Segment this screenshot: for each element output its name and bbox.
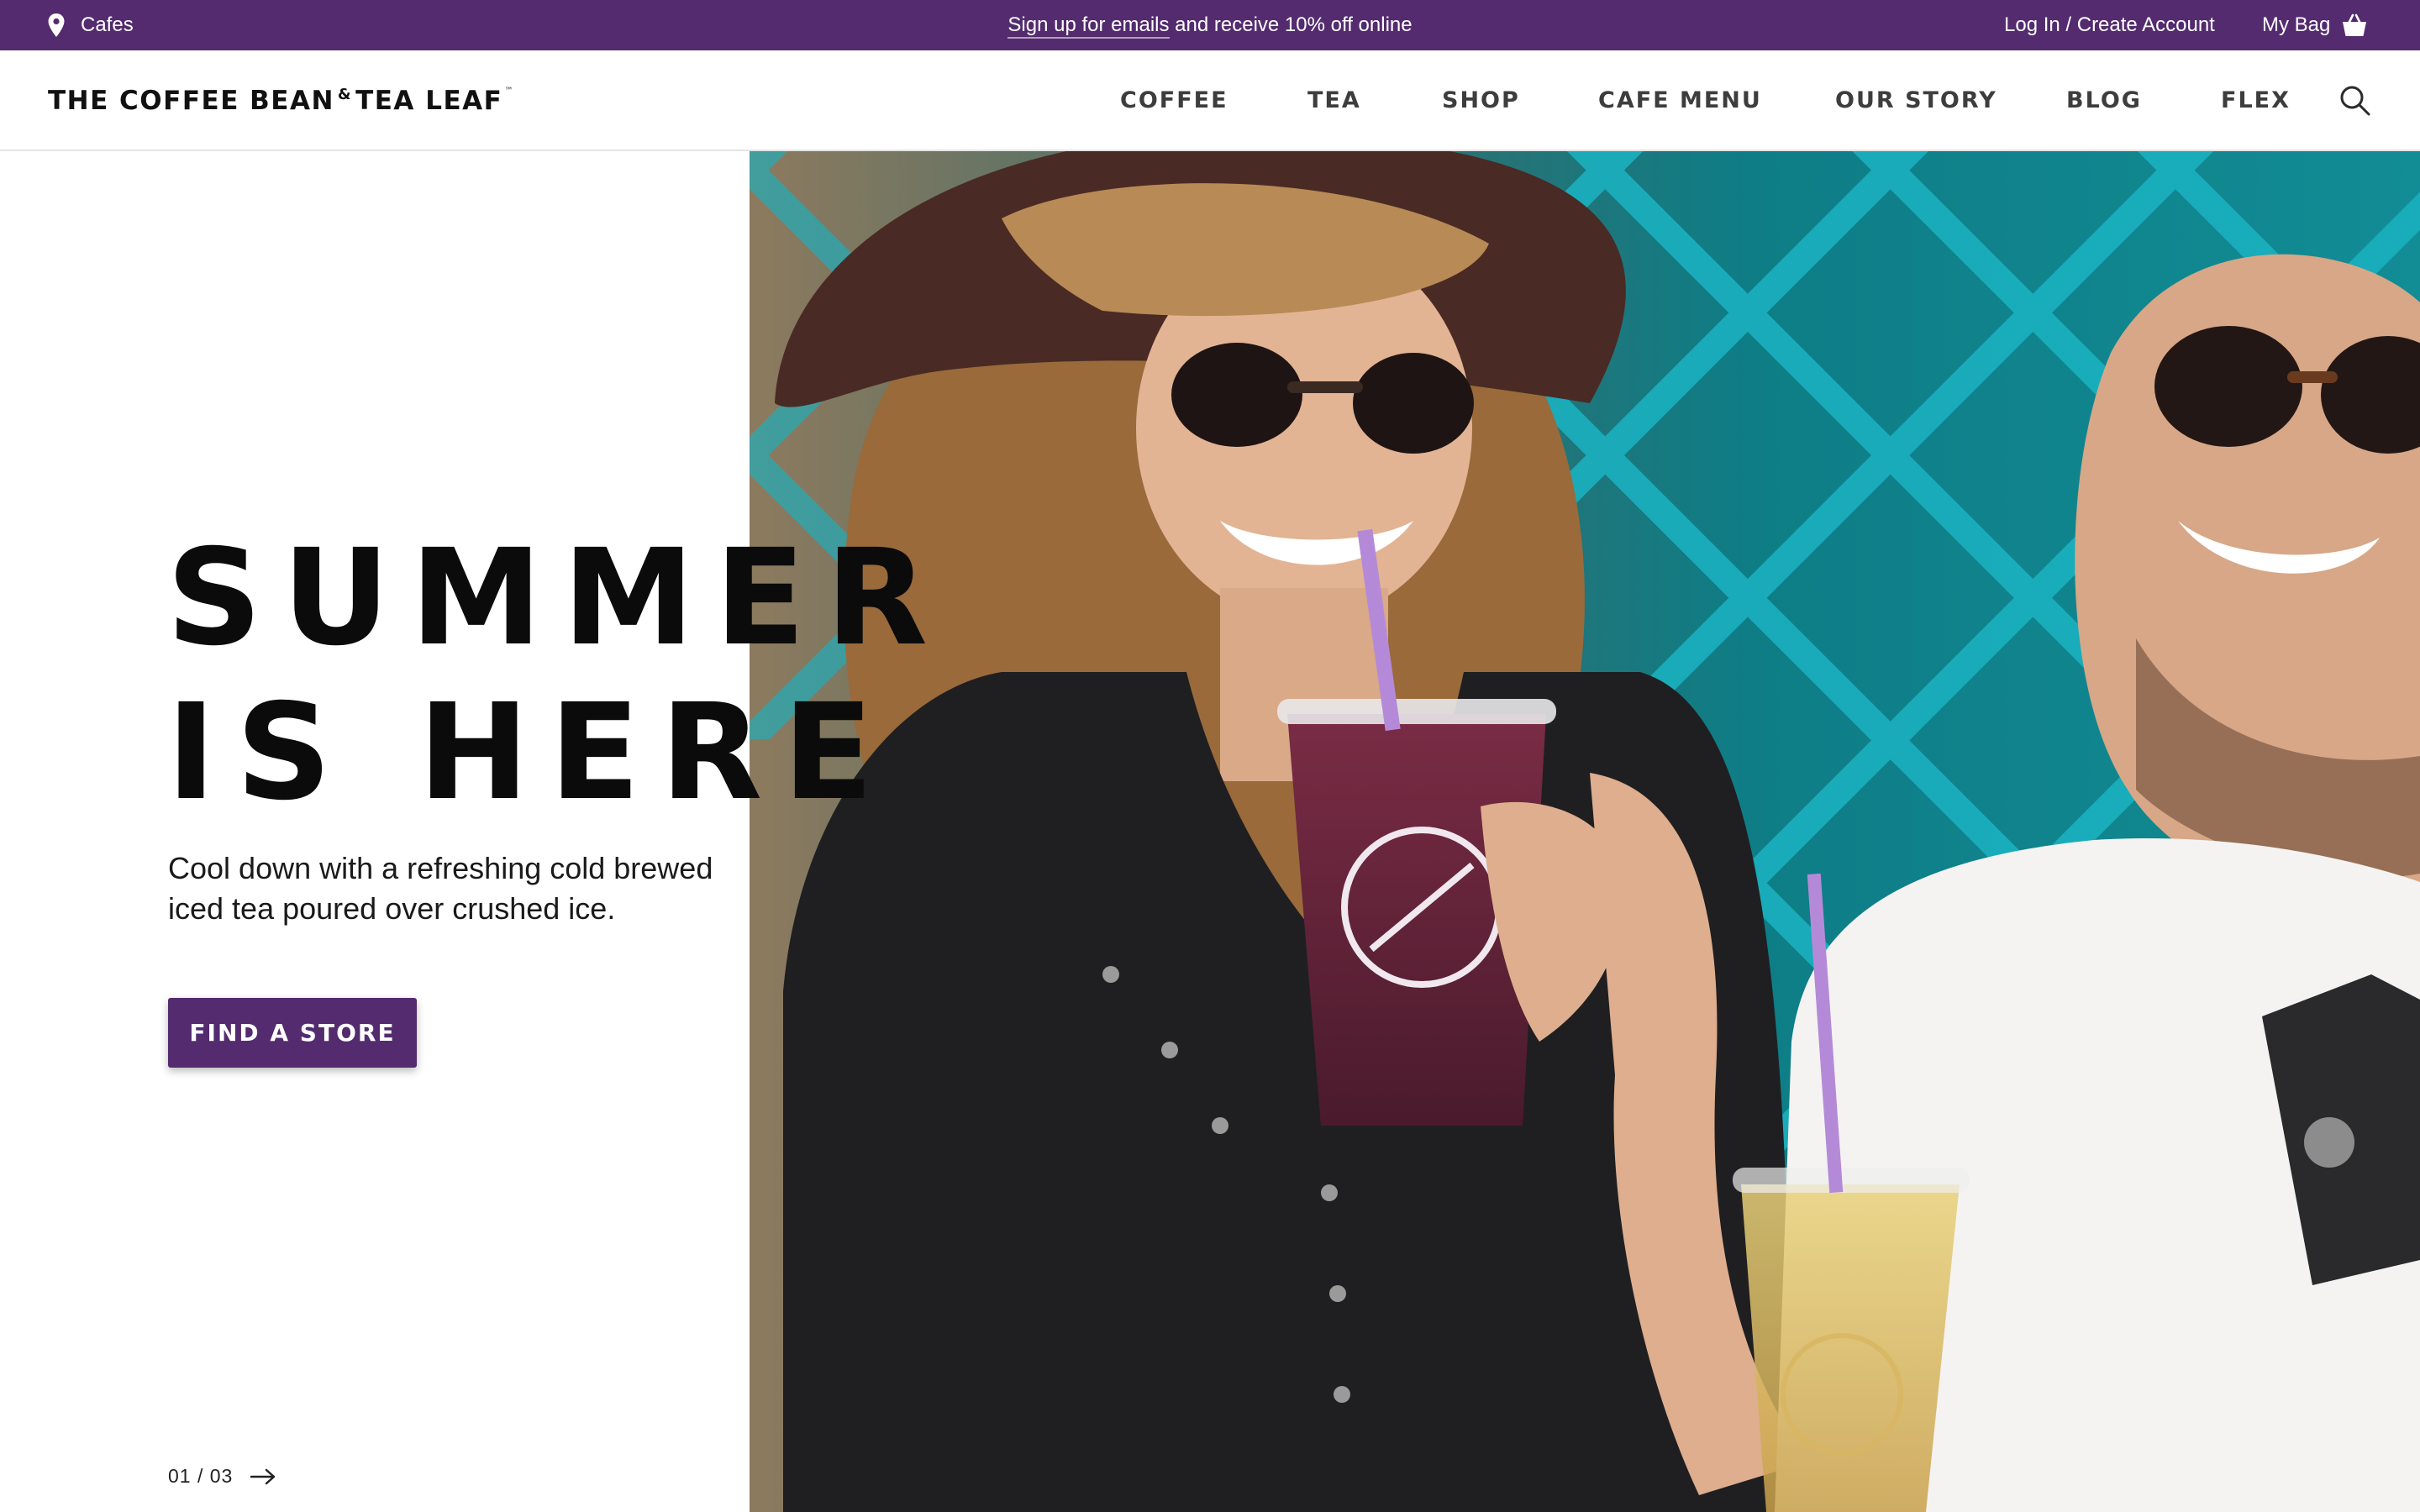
- hero-headline: SUMMER IS HERE: [166, 521, 948, 830]
- headline-line-1: SUMMER: [166, 521, 949, 675]
- my-bag-label: My Bag: [2262, 13, 2331, 36]
- nav-coffee[interactable]: COFFEE: [1120, 50, 1228, 150]
- map-pin-icon: [47, 13, 66, 38]
- cafes-link[interactable]: Cafes: [47, 0, 134, 50]
- shopping-bag-icon: [2342, 13, 2367, 37]
- nav-flex[interactable]: FLEX: [2221, 50, 2291, 150]
- hero-image: [750, 151, 2420, 1512]
- login-create-account-link[interactable]: Log In / Create Account: [2004, 0, 2215, 50]
- brand-logo[interactable]: THE COFFEE BEAN & TEA LEAF ™: [48, 84, 514, 118]
- logo-text-1: THE COFFEE BEAN: [48, 86, 334, 116]
- slide-counter: 01 / 03: [168, 1465, 234, 1487]
- logo-ampersand: &: [337, 85, 353, 103]
- nav-our-story[interactable]: OUR STORY: [1835, 50, 1997, 150]
- site-header: THE COFFEE BEAN & TEA LEAF ™ COFFEE TEA …: [0, 50, 2420, 151]
- slide-pager: 01 / 03: [168, 1465, 276, 1488]
- headline-line-2: IS HERE: [166, 675, 894, 830]
- nav-cafe-menu[interactable]: CAFE MENU: [1598, 50, 1762, 150]
- arrow-right-icon[interactable]: [250, 1468, 276, 1485]
- logo-text-2: TEA LEAF: [355, 86, 503, 116]
- nav-blog[interactable]: BLOG: [2066, 50, 2142, 150]
- my-bag-link[interactable]: My Bag: [2262, 0, 2367, 50]
- find-a-store-button[interactable]: FIND A STORE: [168, 998, 417, 1068]
- email-signup-link[interactable]: Sign up for emails: [1007, 13, 1170, 39]
- nav-tea[interactable]: TEA: [1307, 50, 1361, 150]
- nav-shop[interactable]: SHOP: [1442, 50, 1520, 150]
- search-button[interactable]: [2338, 83, 2371, 117]
- utility-bar: Cafes Sign up for emails and receive 10%…: [0, 0, 2420, 50]
- search-icon: [2338, 83, 2371, 117]
- promo-text: and receive 10% off online: [1169, 13, 1413, 36]
- logo-trademark: ™: [504, 86, 514, 96]
- email-promo-content: Sign up for emails and receive 10% off o…: [1007, 13, 1413, 39]
- cafes-label: Cafes: [81, 13, 134, 36]
- hero-subtext: Cool down with a refreshing cold brewed …: [168, 851, 713, 926]
